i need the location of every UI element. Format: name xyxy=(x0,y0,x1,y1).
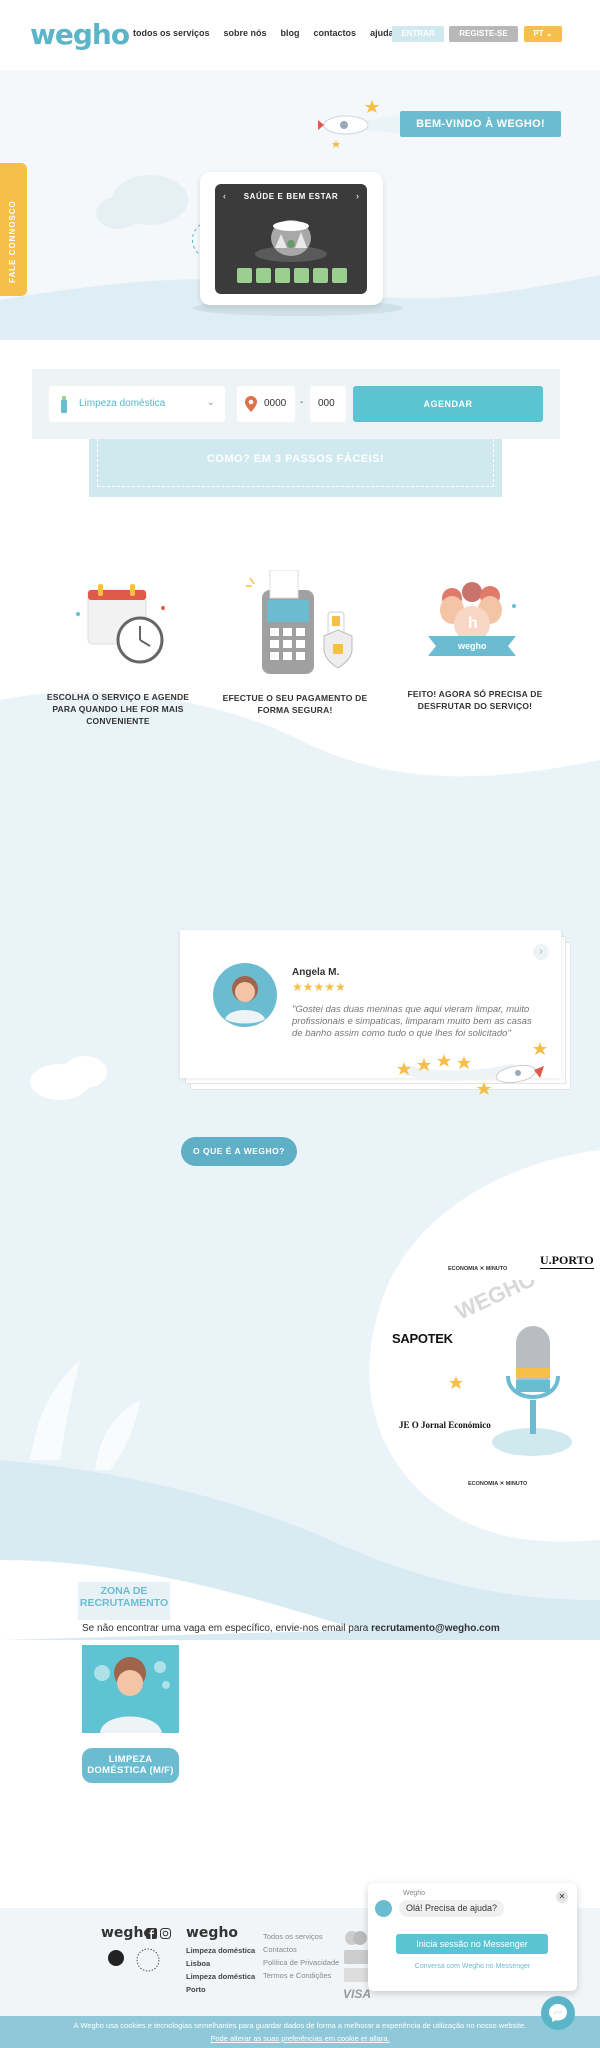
messenger-popup: Wegho Olá! Precisa de ajuda? ✕ Inicia se… xyxy=(368,1883,577,1991)
contact-side-tab[interactable]: FALE CONNOSCO xyxy=(0,163,27,296)
carousel-title: SAÚDE E BEM ESTAR xyxy=(243,192,339,201)
tablet-carousel: ‹ SAÚDE E BEM ESTAR › xyxy=(200,172,383,305)
messenger-chat-link[interactable]: Conversa com Wegho no Messenger xyxy=(368,1963,577,1970)
slot[interactable] xyxy=(275,268,290,283)
carousel-next-icon[interactable]: › xyxy=(356,191,359,201)
postal-code-value-2: 000 xyxy=(318,398,335,409)
recruitment-text-prefix: Se não encontrar uma vaga em específico,… xyxy=(82,1623,372,1634)
language-select[interactable]: PT ⌄ xyxy=(524,26,562,42)
postal-code-field-1[interactable]: 0000 xyxy=(237,386,295,422)
contact-side-tab-label: FALE CONNOSCO xyxy=(8,200,17,283)
nav-item-sobre-nos[interactable]: sobre nós xyxy=(224,28,267,38)
microphone-illustration: WEGHO xyxy=(449,1280,572,1456)
cookie-preferences-link[interactable]: Pode alterar as suas preferências em coo… xyxy=(210,2034,389,2043)
slot[interactable] xyxy=(313,268,328,283)
footer-logo-2: wegho xyxy=(186,1925,239,1941)
recruitment-text: Se não encontrar uma vaga em específico,… xyxy=(82,1623,500,1634)
nav-item-contactos[interactable]: contactos xyxy=(314,28,357,38)
reviewer-name: Angela M. xyxy=(292,967,340,978)
site-header: wegho todos os serviços sobre nós blog c… xyxy=(0,0,600,70)
payment-terminal-icon xyxy=(246,570,353,674)
messenger-login-button[interactable]: Inicia sessão no Messenger xyxy=(396,1934,548,1954)
slot[interactable] xyxy=(332,268,347,283)
postal-code-value-1: 0000 xyxy=(264,398,287,409)
cookie-banner: A Wegho usa cookies e tecnologias semelh… xyxy=(0,2016,600,2048)
facebook-icon[interactable] xyxy=(146,1928,157,1939)
about-wegho-button[interactable]: O QUE É A WEGHO? xyxy=(181,1137,297,1166)
booking-bar: Limpeza doméstica ⌄ 0000 - 000 AGENDAR xyxy=(32,369,560,439)
schedule-button[interactable]: AGENDAR xyxy=(353,386,543,422)
chevron-down-icon: ⌄ xyxy=(206,397,215,408)
footer-links-bold: Limpeza doméstica Lisboa Limpeza domésti… xyxy=(186,1944,255,1996)
step-2-text: EFECTUE O SEU PAGAMENTO DE FORMA SEGURA! xyxy=(222,693,368,715)
rocket-stars-illustration xyxy=(397,1042,547,1095)
service-select[interactable]: Limpeza doméstica ⌄ xyxy=(49,386,225,422)
site-logo[interactable]: wegho xyxy=(30,18,130,51)
cleaner-illustration xyxy=(94,1657,170,1733)
footer-link-contactos[interactable]: Contactos xyxy=(263,1943,339,1956)
footer-link-limpeza-porto[interactable]: Limpeza doméstica xyxy=(186,1970,255,1983)
rating-stars: ★★★★★ xyxy=(292,980,346,994)
slot[interactable] xyxy=(237,268,252,283)
badge-brand: wegho xyxy=(458,641,487,651)
chevron-down-icon: ⌄ xyxy=(545,29,553,38)
footer-link-todos-servicos[interactable]: Todos os serviços xyxy=(263,1930,339,1943)
press-logo-economia-minuto-2: ECONOMIA ✕ MINUTO xyxy=(468,1481,528,1487)
visa-logo: VISA xyxy=(343,1987,372,2001)
register-button[interactable]: REGISTE-SE xyxy=(449,26,518,42)
steps-banner: COMO? EM 3 PASSOS FÁCEIS! xyxy=(89,439,502,497)
footer-link-lisboa[interactable]: Lisboa xyxy=(186,1957,255,1970)
nav-item-todos-servicos[interactable]: todos os serviços xyxy=(133,28,210,38)
testimonial-next-icon[interactable]: › xyxy=(533,944,549,960)
press-logo-uporto: U.PORTO xyxy=(540,1253,594,1269)
close-icon[interactable]: ✕ xyxy=(556,1891,568,1903)
spa-stones-illustration xyxy=(255,220,327,262)
cookie-text: A Wegho usa cookies e tecnologias semelh… xyxy=(73,2021,527,2030)
confio-seal-icon xyxy=(108,1948,160,1972)
recruitment-email-link[interactable]: recrutamento@wegho.com xyxy=(371,1623,500,1634)
location-pin-icon xyxy=(245,396,257,412)
footer-link-limpeza-lisboa[interactable]: Limpeza doméstica xyxy=(186,1944,255,1957)
tablet-brand-logo xyxy=(200,172,201,173)
rocket-illustration xyxy=(318,100,404,148)
footer-link-privacidade[interactable]: Política de Privacidade xyxy=(263,1956,339,1969)
nav-item-blog[interactable]: blog xyxy=(281,28,300,38)
main-nav: todos os serviços sobre nós blog contact… xyxy=(133,28,394,38)
footer-link-porto[interactable]: Porto xyxy=(186,1983,255,1996)
cleaning-bottle-icon xyxy=(61,396,67,413)
badge-letter: h xyxy=(468,615,478,632)
instagram-icon[interactable] xyxy=(160,1928,171,1939)
press-logo-economia-minuto: ECONOMIA ✕ MINUTO xyxy=(448,1266,508,1272)
messenger-avatar xyxy=(375,1900,392,1917)
job-illustration xyxy=(82,1645,179,1733)
nav-item-ajuda[interactable]: ajuda xyxy=(370,28,394,38)
postal-code-separator: - xyxy=(300,397,304,408)
slot[interactable] xyxy=(294,268,309,283)
service-select-value: Limpeza doméstica xyxy=(79,398,166,409)
calendar-clock-icon xyxy=(76,584,165,664)
arc-wordmark: WEGHO xyxy=(452,1280,540,1325)
messenger-sender: Wegho xyxy=(403,1890,426,1897)
slot[interactable] xyxy=(256,268,271,283)
language-label: PT xyxy=(533,29,544,38)
recruitment-header: ZONA DE RECRUTAMENTO xyxy=(78,1582,170,1620)
login-button[interactable]: ENTRAR xyxy=(392,26,444,42)
footer-links: Todos os serviços Contactos Política de … xyxy=(263,1930,339,1982)
tablet-screen: ‹ SAÚDE E BEM ESTAR › xyxy=(215,184,367,294)
messenger-fab[interactable] xyxy=(541,1996,575,2030)
postal-code-field-2[interactable]: 000 xyxy=(310,386,346,422)
footer-link-termos[interactable]: Termos e Condições xyxy=(263,1969,339,1982)
step-1-text: ESCOLHA O SERVIÇO E AGENDE PARA QUANDO L… xyxy=(46,692,190,726)
steps-banner-title: COMO? EM 3 PASSOS FÁCEIS! xyxy=(206,453,385,465)
step-3-text: FEITO! AGORA SÓ PRECISA DE DESFRUTAR DO … xyxy=(407,689,543,711)
testimonial-quote: "Gostei das duas meninas que aqui vieram… xyxy=(292,1004,532,1039)
job-cleaning-button[interactable]: LIMPEZA DOMÉSTICA (M/F) xyxy=(82,1748,179,1783)
messenger-bubble: Olá! Precisa de ajuda? xyxy=(399,1900,505,1917)
welcome-banner: BEM-VINDO À WEGHO! xyxy=(400,111,561,137)
tablet-slots xyxy=(237,268,347,283)
messenger-icon xyxy=(549,2004,567,2022)
avatar xyxy=(213,963,277,1027)
